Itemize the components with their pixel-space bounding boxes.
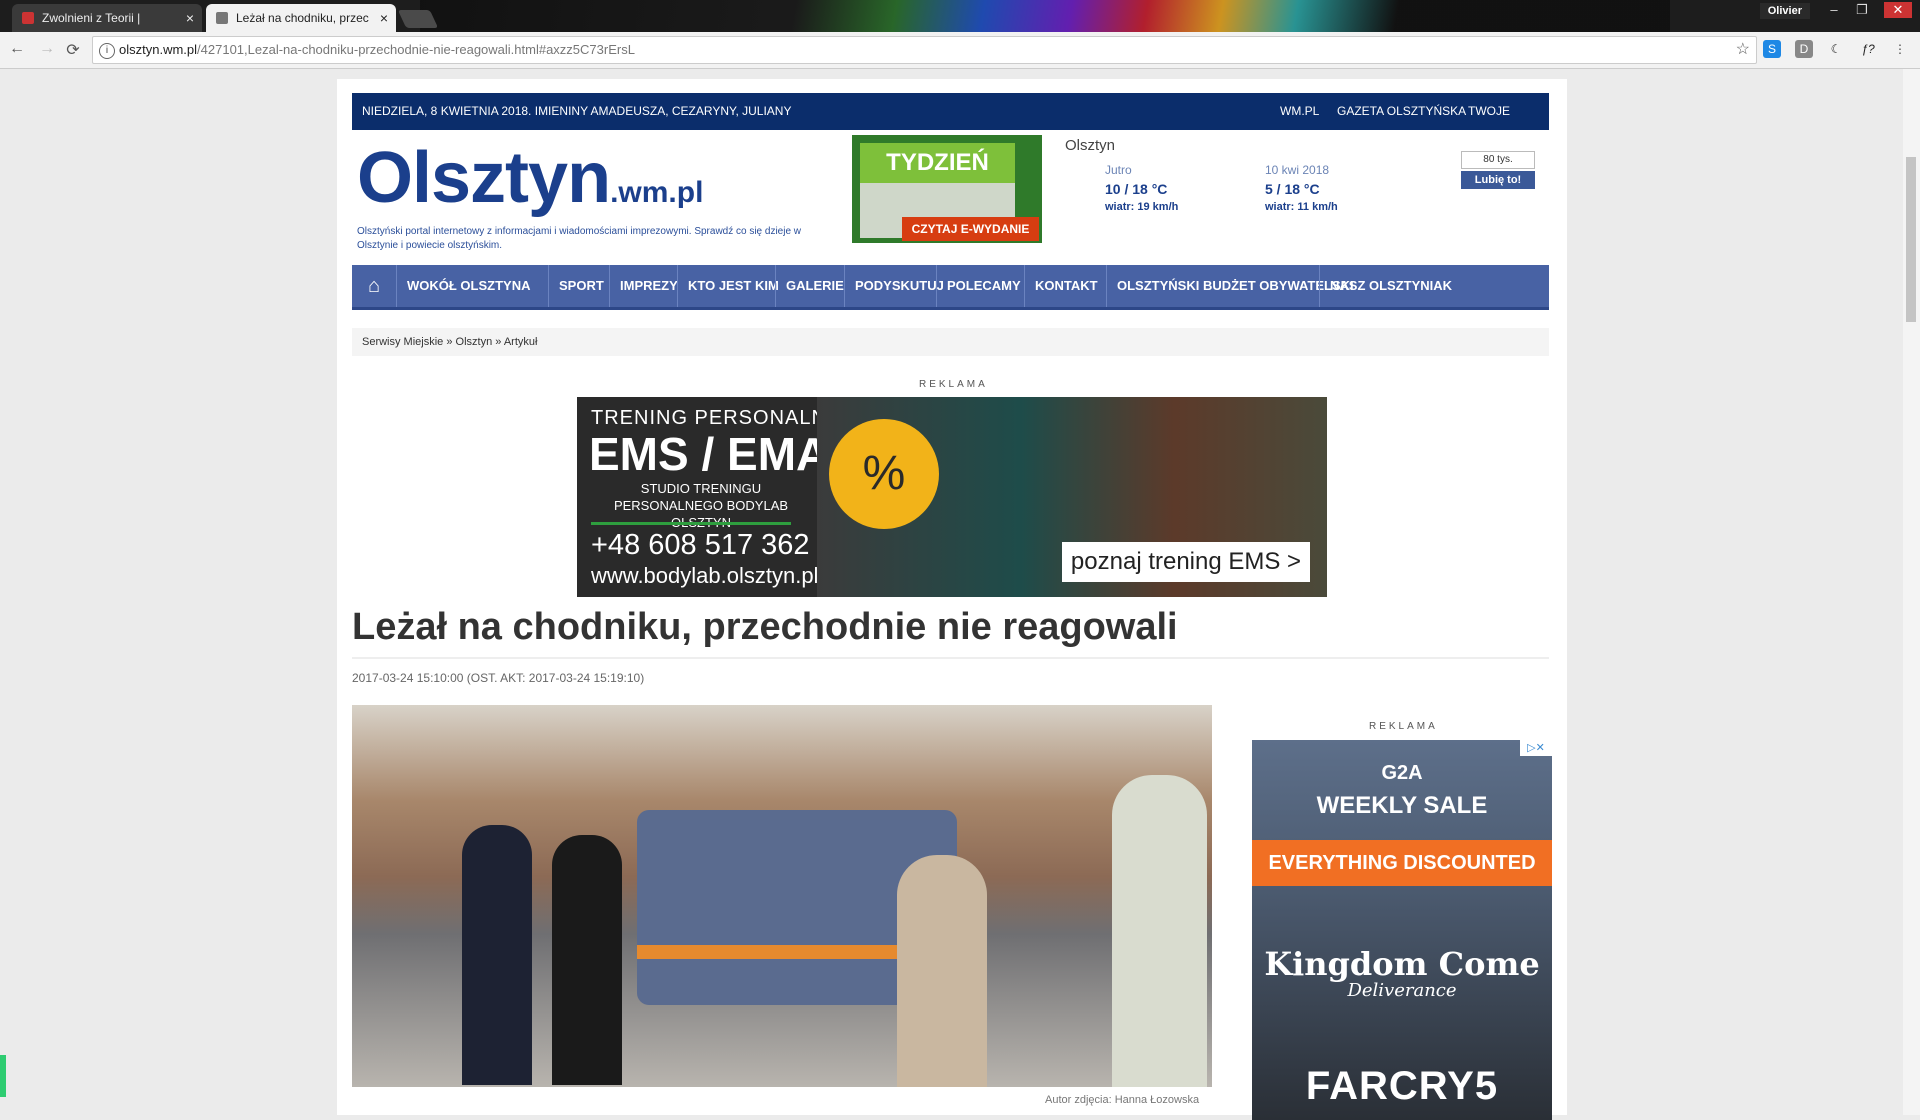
ad-website: www.bodylab.olsztyn.pl	[591, 563, 819, 588]
g2a-side-ad[interactable]: ▷✕ G2A WEEKLY SALE EVERYTHING DISCOUNTED…	[1252, 740, 1552, 1120]
bodylab-ad-banner[interactable]: TRENING PERSONALNY EMS / EMA STUDIO TREN…	[577, 397, 1327, 597]
bookmark-star-icon[interactable]: ☆	[1736, 37, 1750, 63]
photo-person	[552, 835, 622, 1085]
menu-item-kontakt[interactable]: KONTAKT	[1024, 265, 1108, 307]
article-title: Leżał na chodniku, przechodnie nie reago…	[352, 606, 1549, 659]
weather-day: 10 kwi 2018	[1265, 163, 1330, 177]
ad-game-subtitle: Deliverance	[1347, 980, 1457, 1001]
weather-temp: 5 / 18 °C	[1265, 181, 1320, 197]
adchoices-icon[interactable]: ▷✕	[1520, 740, 1552, 756]
tab-close-icon[interactable]: ×	[380, 4, 388, 32]
menu-item-galerie[interactable]: GALERIE	[775, 265, 854, 307]
menu-kebab-icon[interactable]: ⋮	[1891, 40, 1909, 58]
logo-suffix: .wm.pl	[610, 176, 704, 209]
d-extension-icon[interactable]: D	[1795, 40, 1813, 58]
tab-zwolnieni[interactable]: Zwolnieni z Teorii | ×	[12, 4, 202, 32]
link-wm-pl[interactable]: WM.PL	[1280, 93, 1319, 130]
fb-like-count: 80 tys.	[1461, 151, 1535, 169]
ad-discount-banner: EVERYTHING DISCOUNTED	[1252, 840, 1552, 886]
function-extension-icon[interactable]: ƒ?	[1859, 40, 1877, 58]
minimize-icon[interactable]: –	[1820, 2, 1848, 17]
weather-day: Jutro	[1105, 163, 1132, 177]
address-bar-row: ← → ⟳ i olsztyn.wm.pl/427101,Lezal-na-ch…	[0, 32, 1920, 69]
menu-item-kto-jest-kim[interactable]: KTO JEST KIM	[677, 265, 789, 307]
weather-temp: 10 / 18 °C	[1105, 181, 1168, 197]
menu-item-imprezy[interactable]: IMPREZY	[609, 265, 688, 307]
weather-wind: wiatr: 11 km/h	[1265, 201, 1338, 213]
skype-extension-icon[interactable]: S	[1763, 40, 1781, 58]
article-photo[interactable]	[352, 705, 1212, 1087]
back-icon[interactable]: ←	[6, 40, 28, 58]
ad-phone: +48 608 517 362	[591, 529, 810, 561]
weather-city: Olsztyn	[1065, 137, 1116, 154]
facebook-like-box: 80 tys. Lubię to!	[1461, 151, 1535, 191]
ad-game-title-2: FARCRY5	[1305, 1064, 1499, 1108]
ad-cta-button[interactable]: poznaj trening EMS >	[1062, 542, 1310, 582]
url-path: /427101,Lezal-na-chodniku-przechodnie-ni…	[197, 42, 635, 57]
menu-item-wokol-olsztyna[interactable]: WOKÓŁ OLSZTYNA	[396, 265, 541, 307]
ad-line2: EMS / EMA	[589, 428, 830, 480]
read-e-edition-button[interactable]: CZYTAJ E-WYDANIE	[902, 217, 1039, 241]
tab-active-article[interactable]: Leżał na chodniku, przec ×	[206, 4, 396, 32]
fb-like-button[interactable]: Lubię to!	[1461, 171, 1535, 189]
menu-item-sport[interactable]: SPORT	[548, 265, 614, 307]
article-meta: 2017-03-24 15:10:00 (OST. AKT: 2017-03-2…	[352, 671, 645, 685]
site-logo[interactable]: Olsztyn.wm.pl	[357, 137, 703, 219]
photo-person	[462, 825, 532, 1085]
date-line: NIEDZIELA, 8 KWIETNIA 2018. IMIENINY AMA…	[362, 104, 792, 118]
ad-label: REKLAMA	[919, 379, 988, 390]
tab-title: Zwolnieni z Teorii |	[42, 11, 141, 25]
weather-widget: Olsztyn Jutro 10 / 18 °C wiatr: 19 km/h …	[1065, 137, 1395, 237]
page-content: NIEDZIELA, 8 KWIETNIA 2018. IMIENINY AMA…	[337, 79, 1567, 1120]
window-wallpaper-strip	[420, 0, 1670, 32]
ad-percent-badge: %	[829, 419, 939, 529]
logo-main: Olsztyn	[357, 138, 611, 218]
tab-title: Leżał na chodniku, przec	[236, 11, 369, 25]
close-window-icon[interactable]: ✕	[1884, 2, 1912, 18]
photo-person	[897, 855, 987, 1087]
ad-weekly-sale: WEEKLY SALE	[1316, 792, 1488, 819]
moon-extension-icon[interactable]: ☾	[1827, 40, 1845, 58]
weather-day-1: Jutro 10 / 18 °C wiatr: 19 km/h	[1105, 163, 1265, 213]
ad-game-title: Kingdom Come	[1264, 945, 1540, 983]
photo-caption: Autor zdjęcia: Hanna Łozowska	[1045, 1094, 1200, 1106]
tab-close-icon[interactable]: ×	[186, 4, 194, 32]
url-field[interactable]: i olsztyn.wm.pl/427101,Lezal-na-chodniku…	[92, 36, 1757, 64]
home-icon[interactable]: ⌂	[352, 265, 396, 307]
browser-tab-strip: Zwolnieni z Teorii | × Leżał na chodniku…	[0, 0, 1920, 32]
weather-day-2: 10 kwi 2018 5 / 18 °C wiatr: 11 km/h	[1265, 163, 1425, 213]
side-green-marker	[0, 1055, 6, 1097]
reload-icon[interactable]: ⟳	[62, 40, 84, 60]
page-scrollbar[interactable]	[1903, 69, 1920, 1115]
forward-icon[interactable]: →	[36, 40, 58, 58]
weather-wind: wiatr: 19 km/h	[1105, 201, 1179, 213]
url-host: olsztyn.wm.pl	[119, 42, 198, 57]
breadcrumb[interactable]: Serwisy Miejskie » Olsztyn » Artykuł	[352, 328, 1549, 356]
link-gazeta-olsztynska[interactable]: GAZETA OLSZTYŃSKA	[1337, 93, 1466, 130]
side-ad-label: REKLAMA	[1369, 721, 1438, 732]
menu-item-nasz-olsztyniak[interactable]: NASZ OLSZTYNIAK	[1319, 265, 1462, 307]
ad-brand: G2A	[1381, 762, 1423, 784]
promo-title: TYDZIEŃ	[860, 143, 1015, 183]
site-tagline: Olsztyński portal internetowy z informac…	[357, 226, 802, 251]
main-menu: ⌂ WOKÓŁ OLSZTYNA SPORT IMPREZY KTO JEST …	[352, 265, 1549, 310]
ad-divider	[591, 522, 791, 525]
photo-person	[1112, 775, 1207, 1087]
tab-favicon-icon	[22, 12, 34, 24]
tab-page-icon	[216, 12, 228, 24]
date-bar: NIEDZIELA, 8 KWIETNIA 2018. IMIENINY AMA…	[352, 93, 1549, 155]
site-info-icon[interactable]: i	[99, 43, 115, 59]
tydzien-promo[interactable]: TYDZIEŃ CZYTAJ E-WYDANIE	[852, 135, 1042, 243]
scrollbar-thumb[interactable]	[1906, 157, 1916, 322]
profile-button[interactable]: Olivier	[1759, 3, 1810, 19]
menu-item-polecamy[interactable]: POLECAMY	[936, 265, 1031, 307]
restore-icon[interactable]: ❐	[1848, 2, 1876, 18]
